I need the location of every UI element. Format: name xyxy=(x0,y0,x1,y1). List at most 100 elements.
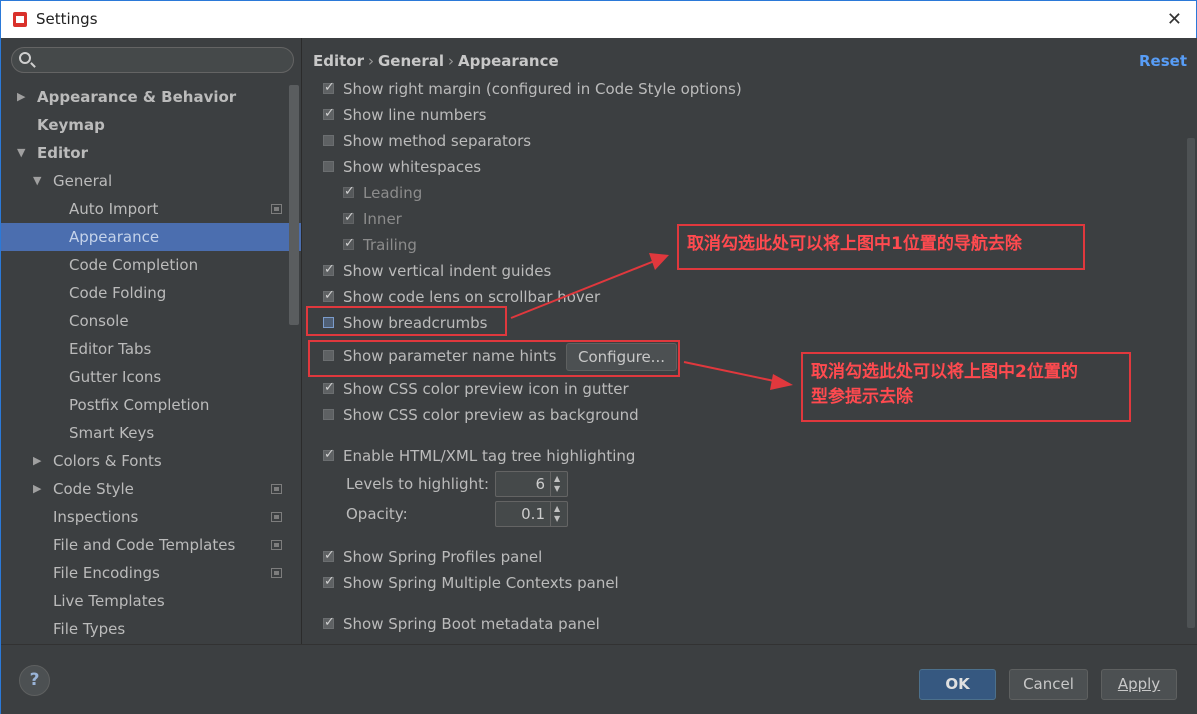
sidebar-item-file-and-code-templates[interactable]: File and Code Templates xyxy=(1,531,301,559)
sidebar-item-inspections[interactable]: Inspections xyxy=(1,503,301,531)
option-label: Show Spring Multiple Contexts panel xyxy=(343,574,619,592)
checkbox[interactable] xyxy=(343,181,355,203)
sidebar-item-editor-tabs[interactable]: Editor Tabs xyxy=(1,335,301,363)
sidebar-item-label: File Encodings xyxy=(53,564,160,582)
opacity-spinner[interactable]: 0.1 ▲ ▼ xyxy=(495,501,568,527)
sidebar-item-file-encodings[interactable]: File Encodings xyxy=(1,559,301,587)
chevron-up-icon[interactable]: ▲ xyxy=(554,504,560,513)
sidebar-item-auto-import[interactable]: Auto Import xyxy=(1,195,301,223)
chevron-right-icon[interactable]: ▶ xyxy=(33,447,41,475)
checkbox[interactable] xyxy=(323,259,335,281)
sidebar-item-label: Live Templates xyxy=(53,592,165,610)
sidebar-item-console[interactable]: Console xyxy=(1,307,301,335)
checkbox[interactable] xyxy=(323,571,335,593)
checkbox[interactable] xyxy=(323,377,335,399)
sidebar-item-label: Code Completion xyxy=(69,256,199,274)
sidebar-item-appearance[interactable]: Appearance xyxy=(1,223,301,251)
chevron-right-icon[interactable]: ▶ xyxy=(17,83,25,111)
checkbox[interactable] xyxy=(323,409,334,420)
spinner-arrows[interactable]: ▲ ▼ xyxy=(550,502,567,526)
chevron-down-icon[interactable]: ▼ xyxy=(33,167,41,195)
ok-button[interactable]: OK xyxy=(919,669,996,700)
sidebar-item-label: Postfix Completion xyxy=(69,396,210,414)
chevron-up-icon[interactable]: ▲ xyxy=(554,474,560,483)
option-label: Inner xyxy=(363,210,402,228)
option-label: Show whitespaces xyxy=(343,158,482,176)
sidebar-item-code-style[interactable]: ▶ Code Style xyxy=(1,475,301,503)
sidebar-item-live-templates[interactable]: Live Templates xyxy=(1,587,301,615)
help-button[interactable]: ? xyxy=(19,665,50,696)
apply-button[interactable]: Apply xyxy=(1101,669,1177,700)
sidebar-item-gutter-icons[interactable]: Gutter Icons xyxy=(1,363,301,391)
project-scope-icon xyxy=(271,568,282,578)
checkbox[interactable] xyxy=(323,77,335,99)
option-label: Show method separators xyxy=(343,132,532,150)
sidebar-item-label: Code Folding xyxy=(69,284,167,302)
sidebar-item-appearance-behavior[interactable]: ▶ Appearance & Behavior xyxy=(1,83,301,111)
breadcrumb-general: General xyxy=(378,52,444,70)
sidebar-item-code-completion[interactable]: Code Completion xyxy=(1,251,301,279)
checkbox[interactable] xyxy=(323,161,334,172)
opacity-label: Opacity: xyxy=(346,505,408,523)
option-label: Leading xyxy=(363,184,423,202)
sidebar-item-label: Inspections xyxy=(53,508,139,526)
intellij-app-icon xyxy=(13,12,27,27)
search-input[interactable] xyxy=(38,50,288,70)
close-icon[interactable]: ✕ xyxy=(1167,9,1182,30)
breadcrumb: Editor › General › Appearance xyxy=(313,52,559,70)
search-box[interactable] xyxy=(11,47,294,73)
sidebar-item-label: Appearance & Behavior xyxy=(37,88,237,106)
option-label: Show vertical indent guides xyxy=(343,262,552,280)
sidebar-item-smart-keys[interactable]: Smart Keys xyxy=(1,419,301,447)
chevron-down-icon[interactable]: ▼ xyxy=(554,484,560,493)
settings-window: ▶ Appearance & Behavior Keymap ▼ Editor ▼ Gene… xyxy=(0,38,1197,714)
dialog-footer: ? OK Cancel Apply xyxy=(1,644,1197,714)
sidebar-item-postfix-completion[interactable]: Postfix Completion xyxy=(1,391,301,419)
sidebar-item-file-types[interactable]: File Types xyxy=(1,615,301,643)
sidebar-item-label: Appearance xyxy=(69,228,160,246)
checkbox[interactable] xyxy=(323,103,335,125)
sidebar-item-label: File Types xyxy=(53,620,126,638)
checkbox[interactable] xyxy=(323,285,335,307)
panel-scrollbar[interactable] xyxy=(1187,138,1195,628)
chevron-down-icon[interactable]: ▼ xyxy=(17,139,25,167)
breadcrumb-appearance: Appearance xyxy=(458,52,559,70)
chevron-right-icon[interactable]: ▶ xyxy=(33,475,41,503)
project-scope-icon xyxy=(271,484,282,494)
sidebar-scrollbar[interactable] xyxy=(289,85,299,325)
cancel-button[interactable]: Cancel xyxy=(1009,669,1088,700)
window-title: Settings xyxy=(36,10,98,28)
sidebar-item-label: General xyxy=(53,172,113,190)
option-label: Show CSS color preview icon in gutter xyxy=(343,380,629,398)
option-label: Show code lens on scrollbar hover xyxy=(343,288,601,306)
levels-value: 6 xyxy=(535,475,545,493)
sidebar-item-label: Editor xyxy=(37,144,88,162)
sidebar-item-editor[interactable]: ▼ Editor xyxy=(1,139,301,167)
sidebar-item-label: Auto Import xyxy=(69,200,159,218)
checkbox[interactable] xyxy=(323,612,335,634)
chevron-down-icon[interactable]: ▼ xyxy=(554,514,560,523)
option-label: Show right margin (configured in Code St… xyxy=(343,80,742,98)
search-icon xyxy=(19,52,31,64)
sidebar-item-label: Keymap xyxy=(37,116,105,134)
option-label: Enable HTML/XML tag tree highlighting xyxy=(343,447,636,465)
reset-link[interactable]: Reset xyxy=(1139,52,1187,70)
sidebar-item-code-folding[interactable]: Code Folding xyxy=(1,279,301,307)
sidebar-item-label: Gutter Icons xyxy=(69,368,162,386)
sidebar-item-label: Editor Tabs xyxy=(69,340,152,358)
checkbox[interactable] xyxy=(323,545,335,567)
spinner-arrows[interactable]: ▲ ▼ xyxy=(550,472,567,496)
checkbox[interactable] xyxy=(343,207,355,229)
levels-spinner[interactable]: 6 ▲ ▼ xyxy=(495,471,568,497)
sidebar-item-colors-fonts[interactable]: ▶ Colors & Fonts xyxy=(1,447,301,475)
sidebar-item-label: Code Style xyxy=(53,480,134,498)
annotation-note-2-line2: 型参提示去除 xyxy=(811,387,913,407)
checkbox[interactable] xyxy=(343,233,355,255)
sidebar-item-keymap[interactable]: Keymap xyxy=(1,111,301,139)
checkbox[interactable] xyxy=(323,444,335,466)
project-scope-icon xyxy=(271,204,282,214)
title-bar: Settings ✕ xyxy=(0,0,1197,38)
checkbox[interactable] xyxy=(323,135,334,146)
levels-label: Levels to highlight: xyxy=(346,475,490,493)
sidebar-item-general[interactable]: ▼ General xyxy=(1,167,301,195)
